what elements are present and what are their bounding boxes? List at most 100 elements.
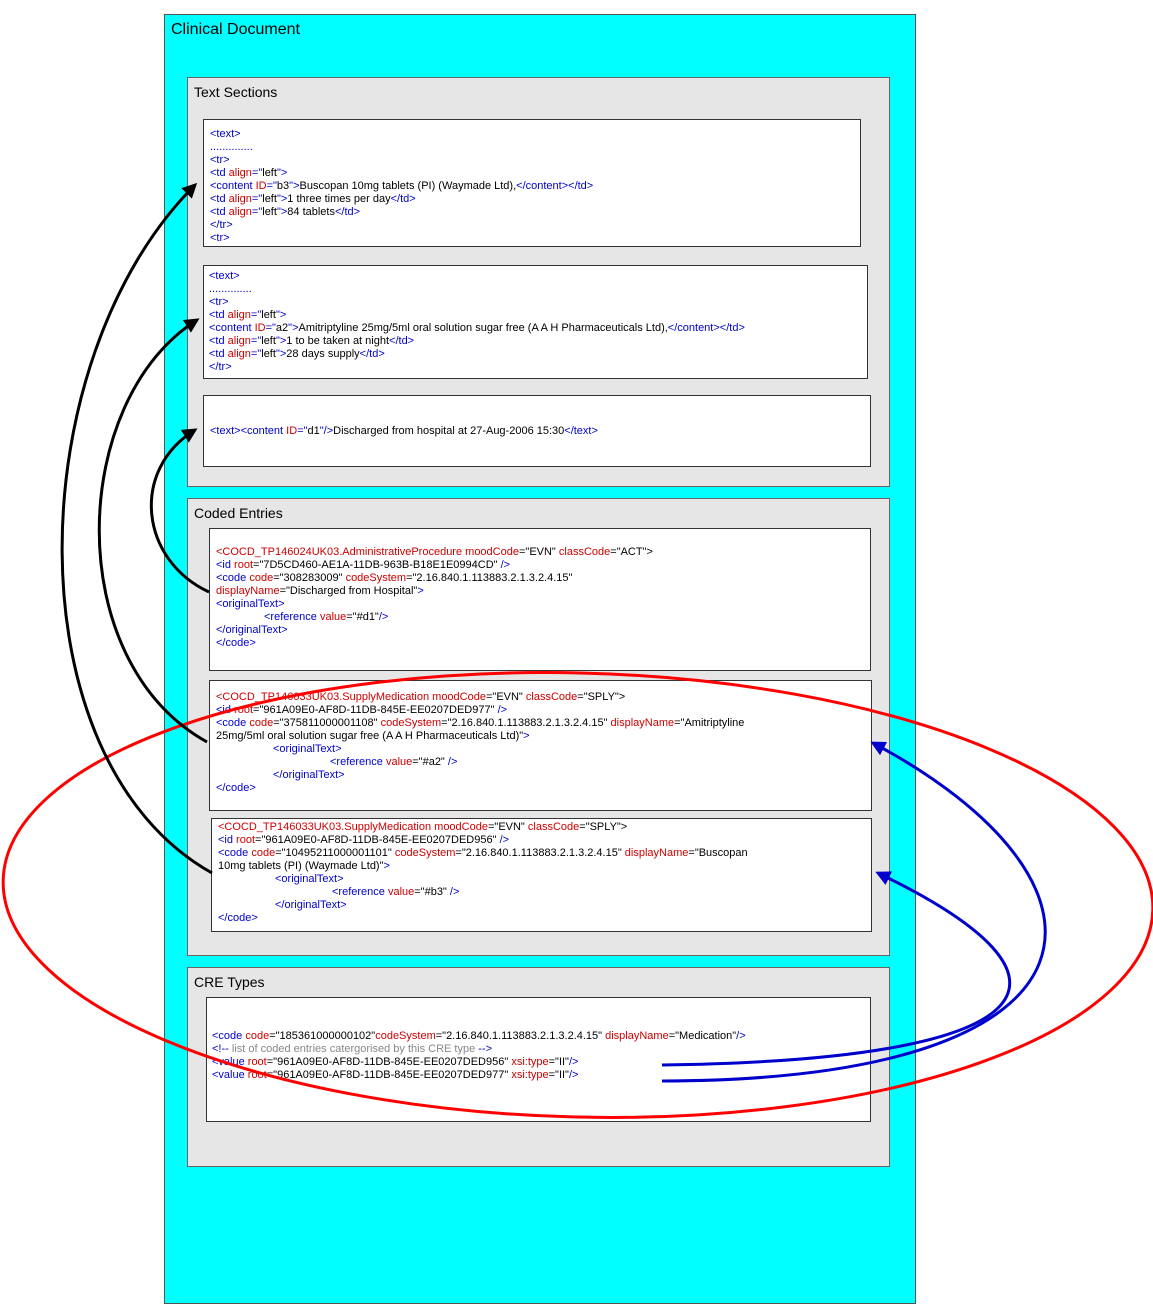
xml-attr: classCode xyxy=(527,821,580,833)
xml-attr: displayName xyxy=(624,847,689,859)
xml-attr: align xyxy=(228,167,252,179)
text-sections-title: Text Sections xyxy=(194,84,278,100)
xml-line: <tr> xyxy=(209,296,229,308)
xml-attr: moodCode xyxy=(432,691,486,703)
xml-punct: =" xyxy=(251,167,263,179)
xml-line: </tr> xyxy=(210,219,233,231)
coded-entries-title: Coded Entries xyxy=(194,505,283,521)
xml-punct: > xyxy=(383,860,390,872)
xml-punct: =" xyxy=(250,335,262,347)
xml-value: ="961A09E0-AF8D-11DB-845E-EE0207DED977" xyxy=(266,1069,512,1081)
xml-line: <reference value="#a2" /> xyxy=(216,756,871,769)
xml-line: <value root="961A09E0-AF8D-11DB-845E-EE0… xyxy=(212,1056,870,1069)
xml-attr: ID xyxy=(255,180,267,192)
xml-value: left xyxy=(261,309,276,321)
xml-punct: > xyxy=(417,585,424,597)
xml-value: ="308283009" xyxy=(273,572,346,584)
xml-value: 25mg/5ml oral solution sugar free (A A H… xyxy=(216,730,524,742)
xml-attr: classCode xyxy=(525,691,578,703)
xml-punct: > xyxy=(523,730,530,742)
xml-line: displayName="Discharged from Hospital"> xyxy=(216,585,870,598)
xml-line: <tr> xyxy=(210,232,230,244)
xml-tag: <code xyxy=(218,847,252,859)
xml-line: <content ID="b3">Buscopan 10mg tablets (… xyxy=(210,180,860,193)
xml-attr: ID xyxy=(254,322,266,334)
xml-value: ="II" xyxy=(548,1056,569,1068)
xml-value: ="375811000001108" xyxy=(273,717,381,729)
xml-attr: root xyxy=(247,1056,267,1068)
xml-attr: displayName xyxy=(216,585,280,597)
xml-tag: </content></td> xyxy=(516,180,594,192)
coded-entry-amitriptyline: <COCD_TP146033UK03.SupplyMedication mood… xyxy=(209,680,872,811)
xml-attr: xsi:type xyxy=(511,1069,549,1081)
xml-value: ="7D5CD460-AE1A-11DB-963B-B18E1E0994CD" xyxy=(253,559,501,571)
xml-comment: list of coded entries catergorised by th… xyxy=(231,1043,479,1055)
xml-punct: /> xyxy=(499,834,510,846)
xml-tag: <id xyxy=(218,834,237,846)
xml-attr: value xyxy=(319,611,347,623)
xml-line: <originalText> xyxy=(273,743,342,755)
xml-value: ="185361000000102" xyxy=(269,1030,376,1042)
xml-attr: align xyxy=(227,309,251,321)
xml-value: ="2.16.840.1.113883.2.1.3.2.4.15" xyxy=(435,1030,606,1042)
xml-attr: align xyxy=(227,348,251,360)
xml-attr: moodCode xyxy=(465,546,519,558)
xml-line: <text> xyxy=(209,270,240,282)
xml-line: <COCD_TP146024UK03.AdministrativeProcedu… xyxy=(216,546,870,559)
xml-attr: codeSystem xyxy=(394,847,456,859)
xml-tag: <content xyxy=(210,180,256,192)
xml-tag: <reference xyxy=(264,611,320,623)
xml-punct: "> xyxy=(275,348,287,360)
xml-value: 10mg tablets (PI) (Waymade Ltd)" xyxy=(218,860,384,872)
xml-tag: </content></td> xyxy=(667,322,745,334)
xml-line: <td align="left"> xyxy=(209,309,867,322)
xml-line: <td align="left">1 to be taken at night<… xyxy=(209,335,867,348)
xml-comment-open: <!-- xyxy=(212,1043,232,1055)
xml-value: ="EVN" xyxy=(485,691,526,703)
xml-line: <COCD_TP146033UK03.SupplyMedication mood… xyxy=(218,821,871,834)
xml-tag: <value xyxy=(212,1069,248,1081)
xml-punct: =" xyxy=(265,322,276,334)
xml-line: </code> xyxy=(216,637,256,649)
xml-line: </tr> xyxy=(209,361,232,373)
xml-punct: "/> xyxy=(319,425,334,437)
xml-line: <td align="left"> xyxy=(210,167,860,180)
xml-punct: /> xyxy=(500,559,511,571)
xml-punct: "> xyxy=(276,167,288,179)
xml-value: ="SPLY"> xyxy=(579,821,628,833)
xml-comment-close: --> xyxy=(478,1043,493,1055)
xml-tag: <code xyxy=(216,717,250,729)
xml-attr: classCode xyxy=(558,546,611,558)
xml-tag: </td> xyxy=(389,335,415,347)
xml-attr: align xyxy=(227,335,251,347)
xml-line: </originalText> xyxy=(216,624,288,636)
xml-line: <reference value="#d1"/> xyxy=(216,611,870,624)
xml-value: ="EVN" xyxy=(518,546,559,558)
xml-value: left xyxy=(262,206,277,218)
xml-line: <!-- list of coded entries catergorised … xyxy=(212,1043,870,1056)
xml-attr: code xyxy=(245,1030,270,1042)
xml-attr: align xyxy=(228,206,252,218)
xml-text: Amitriptyline 25mg/5ml oral solution sug… xyxy=(298,322,668,334)
xml-line: <td align="left">1 three times per day</… xyxy=(210,193,860,206)
xml-attr: codeSystem xyxy=(345,572,407,584)
xml-tag: <td xyxy=(209,309,228,321)
xml-value: ="2.16.840.1.113883.2.1.3.2.4.15" xyxy=(406,572,573,584)
xml-value: ="961A09E0-AF8D-11DB-845E-EE0207DED956" xyxy=(266,1056,512,1068)
xml-line: </code> xyxy=(216,782,256,794)
text-box-amitriptyline: <text> .............. <tr> <td align="le… xyxy=(203,265,868,379)
xml-punct: "> xyxy=(275,309,287,321)
xml-value: ="II" xyxy=(548,1069,569,1081)
xml-tag: </td> xyxy=(390,193,416,205)
xml-line: <value root="961A09E0-AF8D-11DB-845E-EE0… xyxy=(212,1069,870,1082)
xml-punct: /> xyxy=(447,756,458,768)
xml-value: ="SPLY"> xyxy=(577,691,626,703)
xml-line: <COCD_TP146033UK03.SupplyMedication mood… xyxy=(216,691,871,704)
xml-tag: <id xyxy=(216,704,235,716)
xml-punct: =" xyxy=(251,206,263,218)
xml-value: ="#b3" xyxy=(414,886,450,898)
xml-attr: codeSystem xyxy=(375,1030,436,1042)
xml-tag: <td xyxy=(209,348,228,360)
xml-attr: root xyxy=(234,704,254,716)
xml-value: ="#d1" xyxy=(346,611,379,623)
